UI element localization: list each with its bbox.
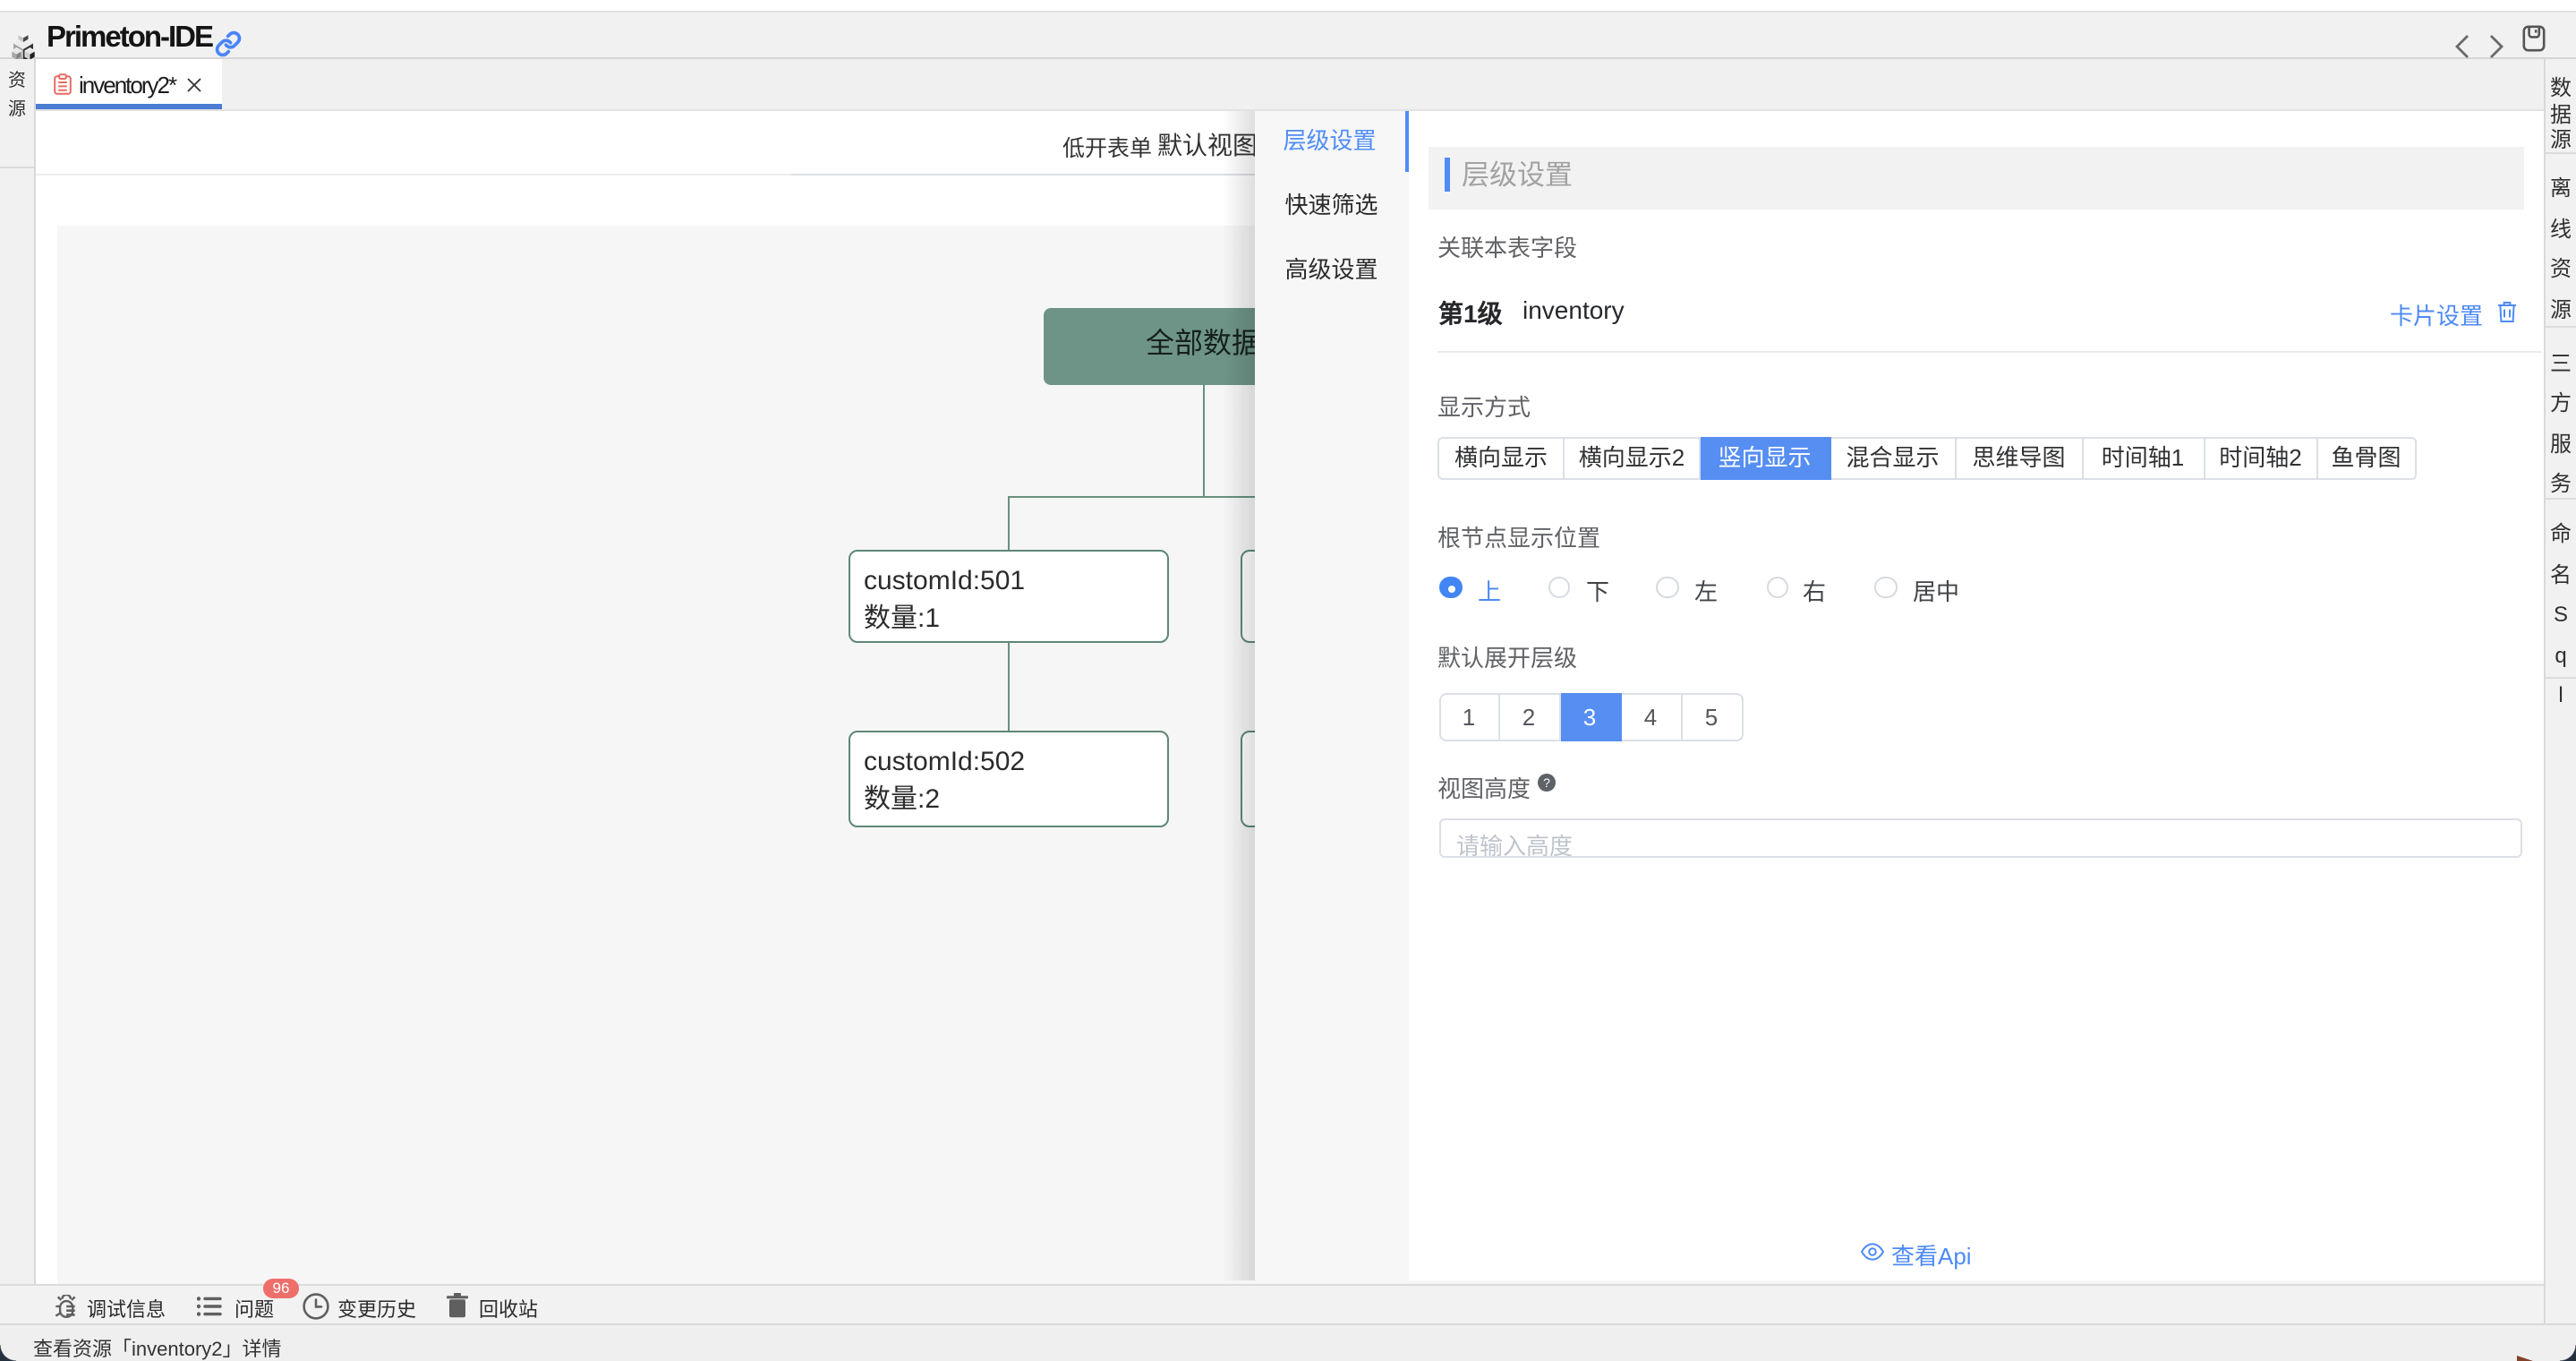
svg-text:?: ? — [1542, 775, 1549, 789]
